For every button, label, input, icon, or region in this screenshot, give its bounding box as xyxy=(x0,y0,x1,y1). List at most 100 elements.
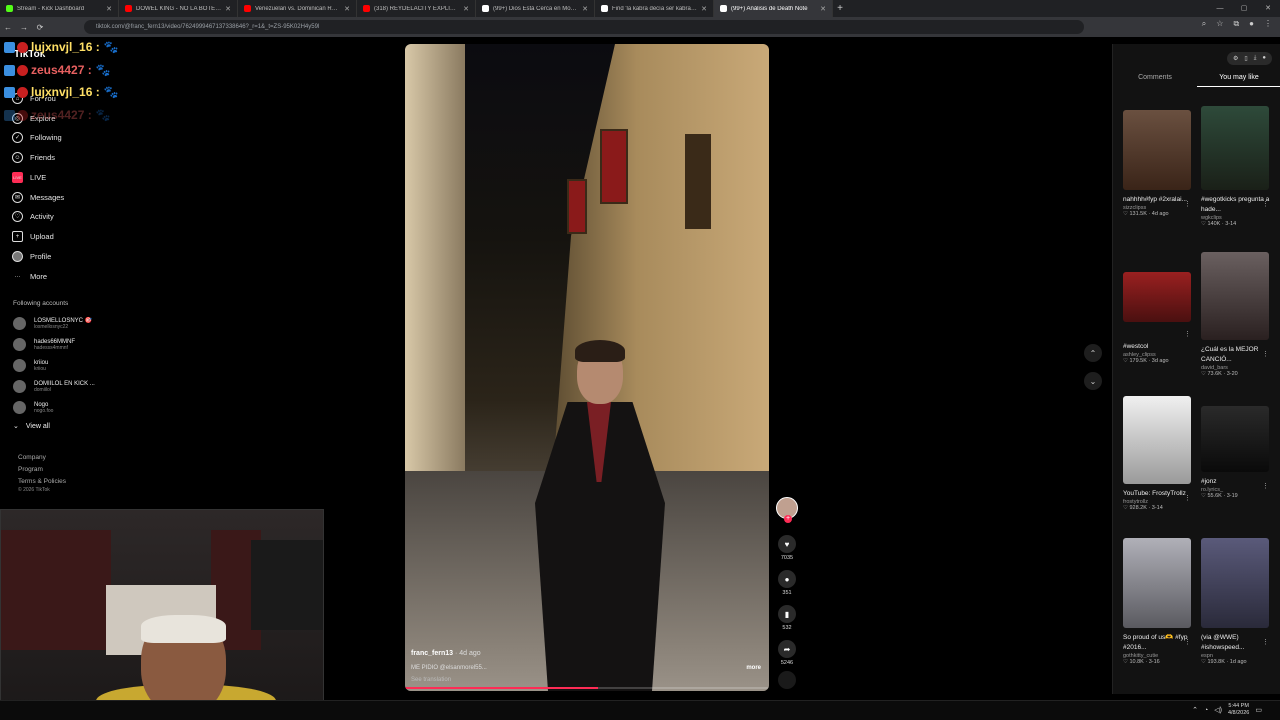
tab-close-icon[interactable]: ✕ xyxy=(820,5,826,13)
tab-close-icon[interactable]: ✕ xyxy=(225,5,231,13)
clock[interactable]: 5:44 PM 4/8/2026 xyxy=(1228,703,1249,717)
following-account[interactable]: hades66MMNF hadesss4mmnf xyxy=(13,338,75,351)
footer-link-company[interactable]: Company xyxy=(18,452,66,464)
next-video-button[interactable]: ⌄ xyxy=(1084,372,1102,390)
forward-icon[interactable]: → xyxy=(16,23,32,32)
sidebar-item-following[interactable]: ✓ Following xyxy=(12,132,62,143)
sidebar-item-profile[interactable]: Profile xyxy=(12,251,51,262)
new-tab-button[interactable]: + xyxy=(833,0,847,17)
video-card[interactable]: ⋮ YouTube: FrostyTrollz frostytrollz ♡ 928.… xyxy=(1123,396,1193,511)
card-menu-icon[interactable]: ⋮ xyxy=(1262,638,1269,646)
browser-tab[interactable]: DOWEL KING - NO LA BOTE | VIDA ✕ xyxy=(119,0,238,17)
sidebar-item-label: LIVE xyxy=(30,173,47,182)
video-card[interactable]: ⋮ (via @WWE) #ishowspeed... espn ♡ 193.8K ·… xyxy=(1201,538,1271,665)
close-window-button[interactable]: ✕ xyxy=(1256,0,1280,17)
tray-chevron-icon[interactable]: ⌃ xyxy=(1192,706,1198,714)
card-menu-icon[interactable]: ⋮ xyxy=(1184,494,1191,502)
video-thumbnail[interactable] xyxy=(1201,406,1269,472)
sidebar-item-more[interactable]: ··· More xyxy=(12,271,48,282)
video-card[interactable]: ⋮ So proud of us🫶 #fyp #2016... gothkitty_… xyxy=(1123,538,1193,665)
card-menu-icon[interactable]: ⋮ xyxy=(1262,350,1269,358)
follow-plus-icon[interactable]: + xyxy=(784,515,792,523)
card-menu-icon[interactable]: ⋮ xyxy=(1262,482,1269,490)
sidebar-item-messages[interactable]: ✉ Messages xyxy=(12,192,64,203)
video-thumbnail[interactable] xyxy=(1201,106,1269,190)
menu-icon[interactable]: ⋮ xyxy=(1264,19,1272,29)
volume-icon[interactable]: ◁) xyxy=(1214,706,1222,714)
card-menu-icon[interactable]: ⋮ xyxy=(1262,200,1269,208)
download-icon[interactable]: ⤓ xyxy=(1254,55,1257,62)
footer-link-program[interactable]: Program xyxy=(18,464,66,476)
video-thumbnail[interactable] xyxy=(1123,396,1191,484)
browser-tab[interactable]: Stream - Kick Dashboard ✕ xyxy=(0,0,119,17)
messages-icon: ✉ xyxy=(12,192,23,203)
avatar xyxy=(13,359,26,372)
tab-close-icon[interactable]: ✕ xyxy=(582,5,588,13)
video-progress-bar[interactable] xyxy=(405,687,769,689)
creator-avatar[interactable]: + xyxy=(776,497,798,523)
sidebar-item-live[interactable]: LIVE LIVE xyxy=(12,172,46,183)
video-author[interactable]: franc_fern13 · 4d ago xyxy=(411,650,481,657)
following-account[interactable]: kriiou kriiou xyxy=(13,359,48,372)
reload-icon[interactable]: ⟳ xyxy=(32,23,48,32)
comment-button[interactable]: ● xyxy=(778,570,796,588)
card-menu-icon[interactable]: ⋮ xyxy=(1184,330,1191,338)
settings-icon[interactable]: ⚙ xyxy=(1233,55,1238,62)
tab-comments[interactable]: Comments xyxy=(1113,74,1197,87)
browser-tab[interactable]: Venezuelan vs. Dominican Reput ✕ xyxy=(238,0,357,17)
video-card[interactable]: ⋮ nahhhh#fyp #2xralai... sizzclipss ♡ 131.5… xyxy=(1123,110,1193,217)
account-name: DOMIILOL EN KICK ... xyxy=(34,380,95,387)
card-menu-icon[interactable]: ⋮ xyxy=(1184,200,1191,208)
device-icon[interactable]: ▯ xyxy=(1244,55,1247,62)
profile-icon[interactable]: ● xyxy=(1249,19,1254,29)
browser-tab[interactable]: (318) REYDELACITY EXPLICA POR ✕ xyxy=(357,0,476,17)
user-avatar-icon[interactable]: ● xyxy=(1262,55,1266,62)
view-all-link[interactable]: ⌄ View all xyxy=(13,422,50,431)
like-button[interactable]: ♥ xyxy=(778,535,796,553)
browser-tab-active[interactable]: (99+) Análisis de Death Note ✕ xyxy=(714,0,833,17)
see-translation-link[interactable]: See translation xyxy=(411,677,451,683)
browser-tab[interactable]: Find 'la kabra decía ser kabra' on ✕ xyxy=(595,0,714,17)
video-card[interactable]: ⋮ #wegotkicks pregunta a hade... wgkclips ♡… xyxy=(1201,106,1271,227)
video-card[interactable]: ⋮ ¿Cuál es la MEJOR CANCIÓ... david_bars ♡ … xyxy=(1201,252,1271,377)
sidebar-item-activity[interactable]: ♡ Activity xyxy=(12,211,54,222)
tab-close-icon[interactable]: ✕ xyxy=(344,5,350,13)
video-thumbnail[interactable] xyxy=(1123,272,1191,322)
video-thumbnail[interactable] xyxy=(1123,110,1191,190)
extensions-icon[interactable]: ⧉ xyxy=(1233,19,1239,29)
bookmark-star-icon[interactable]: ☆ xyxy=(1216,19,1223,29)
back-icon[interactable]: ← xyxy=(0,23,16,32)
sidebar-item-upload[interactable]: + Upload xyxy=(12,231,54,242)
tab-close-icon[interactable]: ✕ xyxy=(701,5,707,13)
share-button[interactable]: ➦ xyxy=(778,640,796,658)
tab-you-may-like[interactable]: You may like xyxy=(1197,74,1280,87)
caption-more-button[interactable]: more xyxy=(746,665,761,671)
following-account[interactable]: Nogo nogo.foo xyxy=(13,401,53,414)
url-text: tiktok.com/@franc_fern13/video/762499946… xyxy=(96,24,320,30)
video-card[interactable]: ⋮ #westcol ashley_clipss ♡ 179.5K · 3d ago xyxy=(1123,272,1193,364)
music-disc-button[interactable] xyxy=(778,671,796,689)
url-input[interactable]: tiktok.com/@franc_fern13/video/762499946… xyxy=(84,20,1084,34)
card-stats: ♡ 10.8K · 3-16 xyxy=(1123,659,1160,665)
wifi-icon[interactable]: ◔ xyxy=(1204,707,1208,714)
maximize-button[interactable]: ▢ xyxy=(1232,0,1256,17)
minimize-button[interactable]: — xyxy=(1208,0,1232,17)
video-username[interactable]: franc_fern13 xyxy=(411,650,453,657)
following-account[interactable]: LOSMELLOSNYC 🎯 losmellosnyc22 xyxy=(13,317,92,330)
video-thumbnail[interactable] xyxy=(1201,252,1269,340)
save-button[interactable]: ▮ xyxy=(778,605,796,623)
tab-close-icon[interactable]: ✕ xyxy=(106,5,112,13)
notification-icon[interactable]: ▭ xyxy=(1255,706,1262,714)
tab-close-icon[interactable]: ✕ xyxy=(463,5,469,13)
browser-tab[interactable]: (99+) Dios Está Cerca en Momen ✕ xyxy=(476,0,595,17)
sidebar-item-friends[interactable]: ☺ Friends xyxy=(12,152,55,163)
following-account[interactable]: DOMIILOL EN KICK ... domiilol xyxy=(13,380,95,393)
video-card[interactable]: ⋮ #jonz ro.lyrics_ ♡ 55.6K · 3-19 xyxy=(1201,406,1271,499)
video-player[interactable]: franc_fern13 · 4d ago ME PIDIO @elsanmor… xyxy=(405,44,769,691)
video-caption: ME PIDIO @elsanmorel55... xyxy=(411,665,487,671)
card-menu-icon[interactable]: ⋮ xyxy=(1184,638,1191,646)
previous-video-button[interactable]: ⌃ xyxy=(1084,344,1102,362)
video-thumbnail[interactable] xyxy=(1201,538,1269,628)
zoom-icon[interactable]: ⌕ xyxy=(1202,19,1206,29)
video-thumbnail[interactable] xyxy=(1123,538,1191,628)
